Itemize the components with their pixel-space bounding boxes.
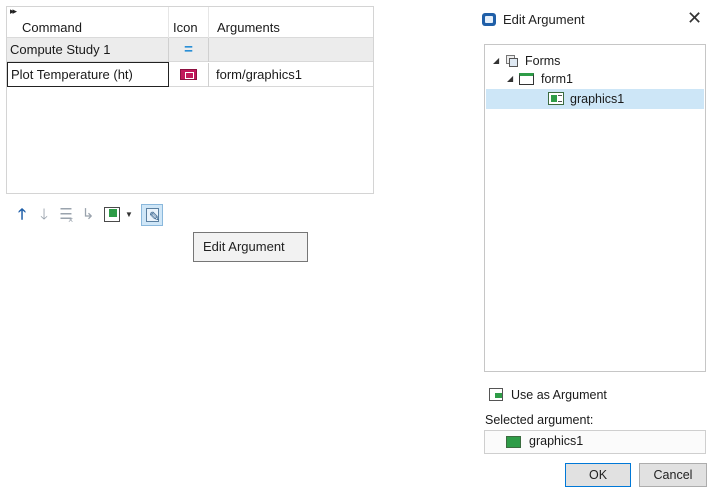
tree-item-label: graphics1 — [570, 92, 625, 106]
icon-cell[interactable] — [169, 63, 209, 87]
cancel-button[interactable]: Cancel — [639, 463, 707, 487]
command-toolbar: 🡑 🡓 ☰ × ↳ ▼ ✎ — [12, 204, 232, 227]
edit-argument-dialog: Edit Argument ✕ ◢ Forms ◢ form1 graphics… — [475, 2, 709, 493]
table-row[interactable]: Plot Temperature (ht) form/graphics1 — [7, 62, 373, 87]
arguments-cell[interactable] — [209, 38, 373, 62]
plot-icon — [180, 69, 197, 80]
tree-item-label: Forms — [525, 54, 561, 68]
column-header-command[interactable]: Command — [7, 7, 169, 38]
pencil-icon: ✎ — [149, 209, 160, 224]
forms-icon — [506, 55, 518, 67]
tree-item-label: form1 — [541, 72, 573, 86]
tooltip: Edit Argument — [193, 232, 308, 262]
command-sequence-panel: ▸▸ Command Icon Arguments Compute Study … — [6, 6, 374, 194]
insert-icon[interactable] — [102, 205, 122, 225]
dropdown-caret-icon[interactable]: ▼ — [124, 205, 134, 225]
selected-argument-label: Selected argument: — [485, 413, 594, 427]
delete-icon[interactable]: ☰ × — [56, 205, 76, 225]
move-to-icon[interactable]: ↳ — [78, 205, 98, 225]
selected-argument-field: graphics1 — [484, 430, 706, 454]
forms-tree[interactable]: ◢ Forms ◢ form1 graphics1 — [484, 44, 706, 372]
edit-argument-button[interactable]: ✎ — [141, 204, 163, 226]
insert-mark — [109, 209, 117, 217]
icon-cell[interactable]: = — [169, 38, 209, 62]
expanded-icon[interactable]: ◢ — [507, 70, 513, 88]
command-cell[interactable]: Compute Study 1 — [7, 38, 169, 62]
equals-icon: = — [184, 41, 193, 58]
use-as-argument-icon — [489, 388, 503, 401]
selected-argument-value: graphics1 — [529, 434, 584, 448]
column-header-icon[interactable]: Icon — [169, 7, 209, 38]
use-as-argument-label: Use as Argument — [511, 388, 607, 402]
command-table: ▸▸ Command Icon Arguments Compute Study … — [7, 6, 373, 87]
table-header: ▸▸ Command Icon Arguments — [7, 6, 373, 38]
graphics-icon — [548, 92, 564, 105]
app-icon — [482, 13, 496, 26]
table-row[interactable]: Compute Study 1 = — [7, 38, 373, 62]
arguments-cell[interactable]: form/graphics1 — [209, 63, 373, 87]
dialog-title: Edit Argument — [503, 12, 585, 27]
graphics-icon — [506, 436, 521, 448]
close-icon[interactable]: ✕ — [687, 8, 702, 29]
command-cell[interactable]: Plot Temperature (ht) — [7, 62, 169, 87]
dialog-title-bar: Edit Argument ✕ — [475, 2, 709, 38]
expanded-icon[interactable]: ◢ — [493, 52, 499, 70]
move-up-icon[interactable]: 🡑 — [12, 205, 32, 225]
x-glyph: × — [68, 215, 74, 225]
ok-button[interactable]: OK — [565, 463, 631, 487]
form-icon — [519, 73, 534, 85]
move-down-icon[interactable]: 🡓 — [34, 205, 54, 225]
column-header-arguments[interactable]: Arguments — [209, 7, 373, 38]
